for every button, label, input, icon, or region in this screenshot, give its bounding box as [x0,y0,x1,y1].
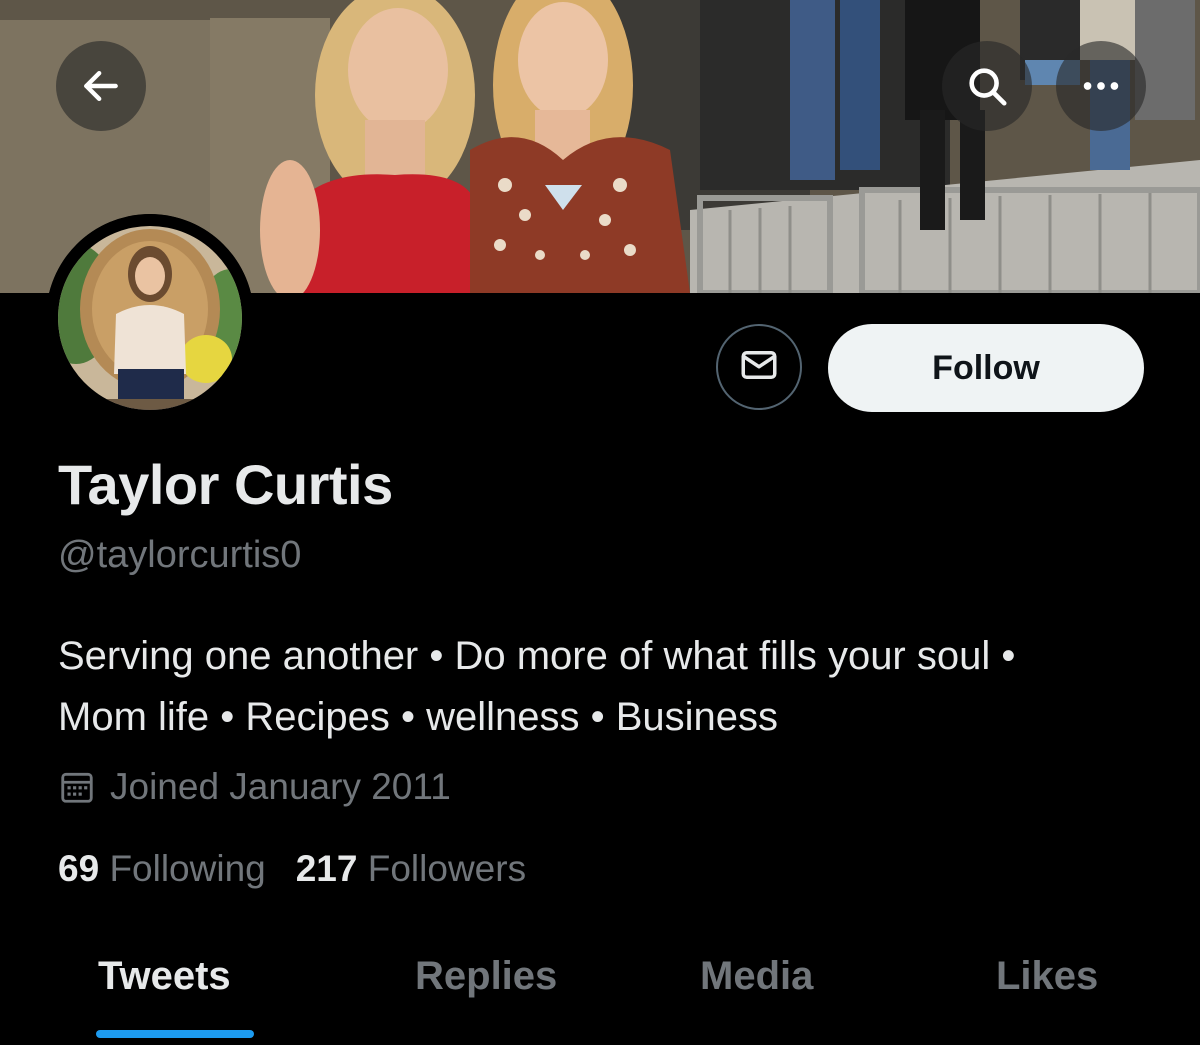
back-button[interactable] [56,41,146,131]
follow-stats: 69 Following 217 Followers [58,848,526,890]
tab-media[interactable]: Media [700,954,813,999]
arrow-left-icon [79,64,123,108]
followers-link[interactable]: 217 Followers [296,848,526,890]
tab-tweets[interactable]: Tweets [98,954,231,999]
display-name: Taylor Curtis [58,453,393,516]
message-button[interactable] [716,324,802,410]
tab-replies[interactable]: Replies [415,954,557,999]
active-tab-indicator [96,1030,254,1038]
joined-text: Joined January 2011 [110,766,451,807]
mail-icon [738,344,780,391]
follow-button[interactable]: Follow [828,324,1144,412]
following-label: Following [109,848,266,889]
more-horizontal-icon [1078,63,1124,109]
joined-date: Joined January 2011 [58,766,451,808]
handle: @taylorcurtis0 [58,534,302,576]
followers-count: 217 [295,848,358,889]
calendar-icon [58,768,96,806]
bio-line: Serving one another • Do more of what fi… [58,634,1016,678]
followers-label: Followers [367,848,527,889]
more-options-button[interactable] [1056,41,1146,131]
following-link[interactable]: 69 Following [58,848,266,890]
avatar-photo [46,214,254,422]
bio: Serving one another • Do more of what fi… [58,626,1168,748]
bio-line: Mom life • Recipes • wellness • Business [58,695,779,739]
tab-likes[interactable]: Likes [996,954,1098,999]
avatar[interactable] [46,214,254,422]
search-button[interactable] [942,41,1032,131]
search-icon [964,63,1010,109]
following-count: 69 [58,848,100,889]
